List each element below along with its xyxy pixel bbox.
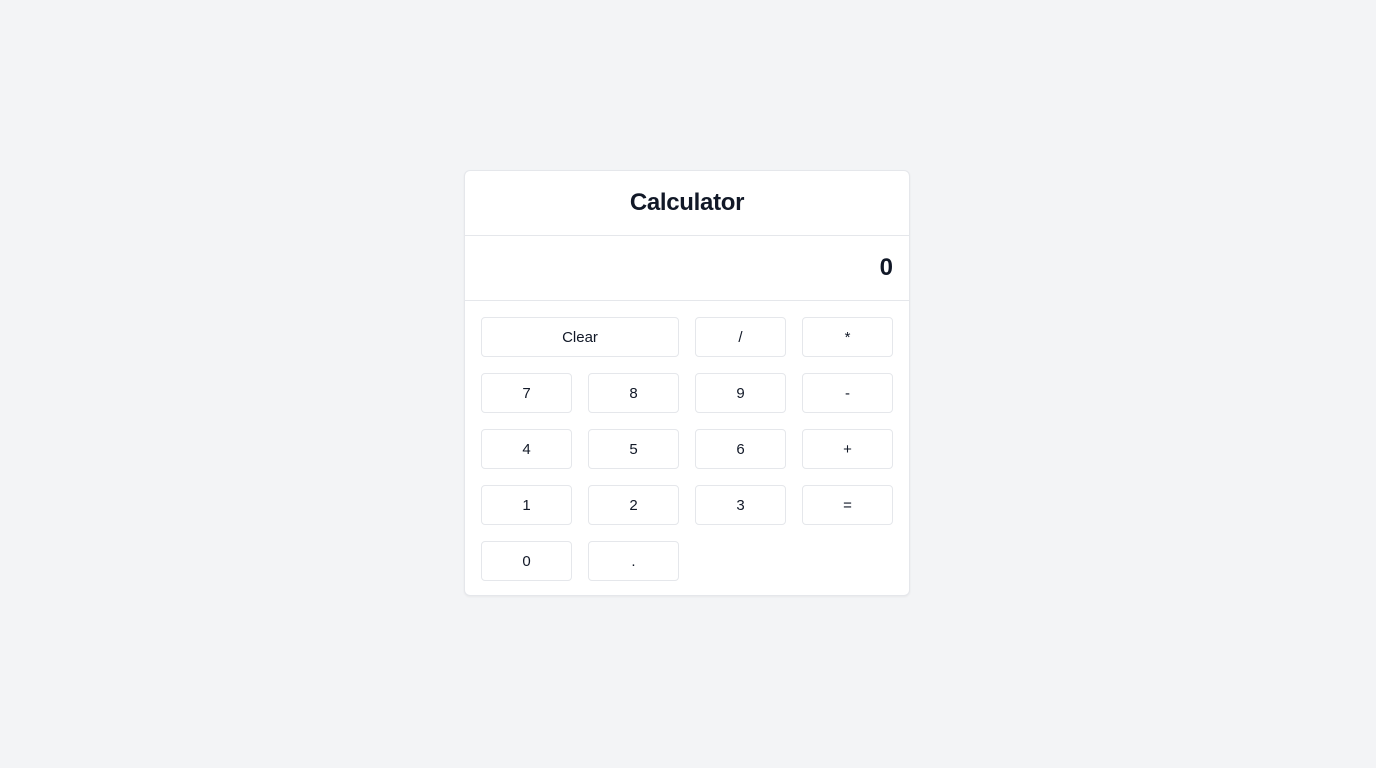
page-title: Calculator	[629, 189, 745, 216]
digit-2-button[interactable]: 2	[588, 485, 679, 525]
calculator-card: Calculator 0 Clear / * 7 8 9 - 4 5 6 + 1…	[464, 170, 910, 596]
divide-button[interactable]: /	[695, 317, 786, 357]
subtract-button[interactable]: -	[802, 373, 893, 413]
decimal-button[interactable]: .	[588, 541, 679, 581]
digit-1-button[interactable]: 1	[481, 485, 572, 525]
calculator-display: 0	[465, 236, 909, 301]
digit-3-button[interactable]: 3	[695, 485, 786, 525]
add-button[interactable]: +	[802, 429, 893, 469]
multiply-button[interactable]: *	[802, 317, 893, 357]
calculator-header: Calculator	[465, 171, 909, 236]
digit-9-button[interactable]: 9	[695, 373, 786, 413]
display-value: 0	[879, 254, 893, 281]
digit-5-button[interactable]: 5	[588, 429, 679, 469]
keypad: Clear / * 7 8 9 - 4 5 6 + 1 2 3 = 0 .	[465, 301, 909, 597]
digit-0-button[interactable]: 0	[481, 541, 572, 581]
digit-4-button[interactable]: 4	[481, 429, 572, 469]
digit-7-button[interactable]: 7	[481, 373, 572, 413]
digit-8-button[interactable]: 8	[588, 373, 679, 413]
clear-button[interactable]: Clear	[481, 317, 679, 357]
digit-6-button[interactable]: 6	[695, 429, 786, 469]
equals-button[interactable]: =	[802, 485, 893, 525]
